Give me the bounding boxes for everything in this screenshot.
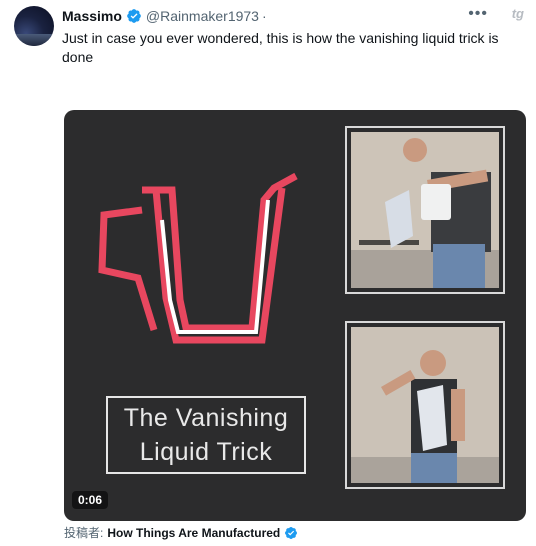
video-title-box: The Vanishing Liquid Trick bbox=[106, 396, 306, 474]
video-frame-bottom bbox=[345, 321, 505, 489]
verified-badge-icon bbox=[127, 9, 141, 23]
credit-author-link[interactable]: How Things Are Manufactured bbox=[107, 526, 280, 540]
author-row: Massimo @Rainmaker1973 · bbox=[62, 8, 267, 24]
video-timestamp: 0:06 bbox=[72, 491, 109, 509]
video-title-line-2: Liquid Trick bbox=[139, 438, 273, 466]
video-frame-top bbox=[345, 126, 505, 294]
handle[interactable]: @Rainmaker1973 bbox=[146, 8, 259, 24]
avatar[interactable] bbox=[14, 6, 54, 46]
vanishing-cup-illustration bbox=[98, 172, 298, 344]
more-horizontal-icon[interactable]: ••• bbox=[468, 6, 488, 22]
tweet-text: Just in case you ever wondered, this is … bbox=[62, 30, 499, 65]
tg-logo-icon: tg bbox=[511, 6, 524, 21]
separator-dot: · bbox=[261, 8, 267, 24]
media-credit: 投稿者: How Things Are Manufactured bbox=[64, 524, 302, 541]
video-title-line-1: The Vanishing bbox=[123, 404, 289, 432]
verified-badge-icon bbox=[285, 526, 298, 539]
video-player[interactable]: The Vanishing Liquid Trick 0:06 bbox=[64, 110, 526, 521]
display-name[interactable]: Massimo bbox=[62, 8, 122, 24]
credit-label: 投稿者: bbox=[64, 526, 104, 540]
